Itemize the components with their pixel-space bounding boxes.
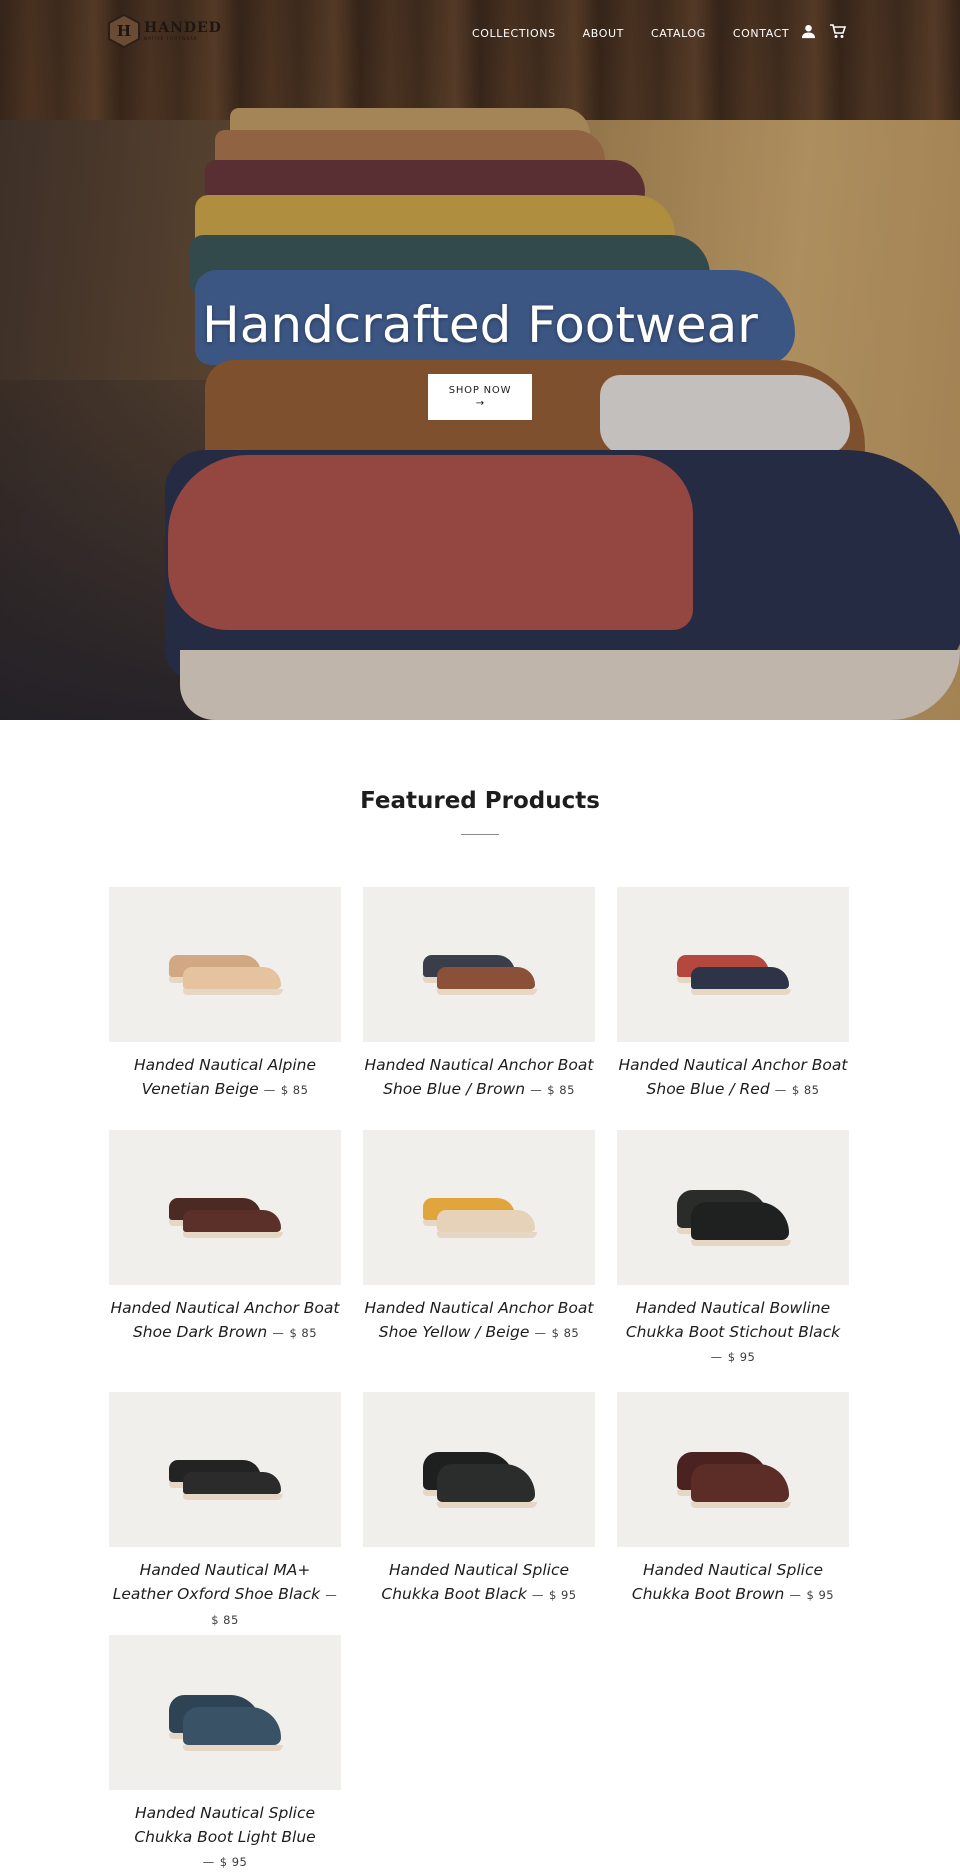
product-shoe-front bbox=[183, 967, 281, 989]
logo-hexagon-icon: H bbox=[108, 14, 140, 48]
product-card[interactable]: Handed Nautical Splice Chukka Boot Black… bbox=[363, 1392, 595, 1607]
product-shoe-front-sole bbox=[691, 1502, 791, 1508]
account-icon[interactable] bbox=[801, 24, 816, 42]
product-shoe-front bbox=[183, 1472, 281, 1494]
product-price: $ 85 bbox=[547, 1083, 575, 1097]
product-image[interactable] bbox=[617, 887, 849, 1042]
shop-now-button[interactable]: SHOP NOW → bbox=[428, 374, 532, 420]
nav-link-about[interactable]: ABOUT bbox=[583, 27, 624, 40]
product-caption: Handed Nautical Splice Chukka Boot Brown… bbox=[617, 1558, 849, 1607]
product-price-separator: — bbox=[789, 1588, 802, 1602]
product-card[interactable]: Handed Nautical Anchor Boat Shoe Blue / … bbox=[617, 887, 849, 1102]
product-shoe-front-sole bbox=[437, 1502, 537, 1508]
logo-wordmark: HANDED bbox=[144, 20, 222, 36]
product-shoe-front-sole bbox=[437, 989, 537, 995]
product-card[interactable]: Handed Nautical Splice Chukka Boot Light… bbox=[109, 1635, 341, 1874]
product-shoe-front-sole bbox=[183, 1494, 283, 1500]
product-price: $ 85 bbox=[289, 1326, 318, 1340]
product-shoe-front bbox=[437, 1464, 535, 1502]
product-card[interactable]: Handed Nautical Anchor Boat Shoe Dark Br… bbox=[109, 1130, 341, 1345]
product-name[interactable]: Handed Nautical Bowline Chukka Boot Stic… bbox=[626, 1299, 840, 1341]
hero-banner: H HANDED NATIVE FOOTWEAR COLLECTIONS ABO… bbox=[0, 0, 960, 720]
product-price-separator: — bbox=[263, 1083, 276, 1097]
product-image[interactable] bbox=[617, 1130, 849, 1285]
site-logo[interactable]: H HANDED NATIVE FOOTWEAR bbox=[108, 14, 222, 48]
product-caption: Handed Nautical Splice Chukka Boot Light… bbox=[109, 1801, 341, 1874]
product-price: $ 85 bbox=[551, 1326, 580, 1340]
nav-link-catalog[interactable]: CATALOG bbox=[651, 27, 706, 40]
product-price: $ 95 bbox=[219, 1855, 248, 1869]
product-shoe-front-sole bbox=[437, 1232, 537, 1238]
product-image[interactable] bbox=[109, 1130, 341, 1285]
product-caption: Handed Nautical Anchor Boat Shoe Blue / … bbox=[363, 1053, 595, 1102]
product-shoe-front-sole bbox=[183, 989, 283, 995]
product-price-separator: — bbox=[531, 1588, 544, 1602]
product-price-separator: — bbox=[710, 1350, 723, 1364]
product-caption: Handed Nautical Anchor Boat Shoe Blue / … bbox=[617, 1053, 849, 1102]
product-caption: Handed Nautical Anchor Boat Shoe Yellow … bbox=[363, 1296, 595, 1345]
product-caption: Handed Nautical Anchor Boat Shoe Dark Br… bbox=[109, 1296, 341, 1345]
product-shoe-front bbox=[437, 967, 535, 989]
product-shoe-front-sole bbox=[691, 1240, 791, 1246]
product-card[interactable]: Handed Nautical Anchor Boat Shoe Yellow … bbox=[363, 1130, 595, 1345]
product-price-separator: — bbox=[774, 1083, 787, 1097]
hero-overlay bbox=[0, 0, 960, 720]
arrow-right-icon: → bbox=[475, 398, 485, 409]
product-shoe-front-sole bbox=[691, 989, 791, 995]
main-navigation: COLLECTIONS ABOUT CATALOG CONTACT bbox=[472, 27, 816, 40]
product-card[interactable]: Handed Nautical MA+ Leather Oxford Shoe … bbox=[109, 1392, 341, 1632]
product-card[interactable]: Handed Nautical Bowline Chukka Boot Stic… bbox=[617, 1130, 849, 1369]
product-card[interactable]: Handed Nautical Alpine Venetian Beige — … bbox=[109, 887, 341, 1102]
logo-mark-letter: H bbox=[116, 22, 132, 40]
product-shoe-front-sole bbox=[183, 1232, 283, 1238]
product-shoe-front-sole bbox=[183, 1745, 283, 1751]
featured-products-title: Featured Products bbox=[360, 788, 600, 814]
product-price: $ 95 bbox=[548, 1588, 577, 1602]
product-price: $ 95 bbox=[806, 1588, 835, 1602]
product-price: $ 95 bbox=[727, 1350, 756, 1364]
product-caption: Handed Nautical MA+ Leather Oxford Shoe … bbox=[109, 1558, 341, 1632]
product-shoe-front bbox=[691, 967, 789, 989]
cart-icon[interactable] bbox=[830, 24, 847, 42]
product-price-separator: — bbox=[325, 1588, 338, 1602]
product-price: $ 85 bbox=[280, 1083, 309, 1097]
nav-link-collections[interactable]: COLLECTIONS bbox=[472, 27, 556, 40]
product-card[interactable]: Handed Nautical Anchor Boat Shoe Blue / … bbox=[363, 887, 595, 1102]
product-price-separator: — bbox=[272, 1326, 285, 1340]
shop-now-label: SHOP NOW bbox=[448, 385, 512, 396]
nav-link-contact[interactable]: CONTACT bbox=[733, 27, 789, 40]
product-image[interactable] bbox=[109, 1392, 341, 1547]
product-caption: Handed Nautical Splice Chukka Boot Black… bbox=[363, 1558, 595, 1607]
product-price-separator: — bbox=[202, 1855, 215, 1869]
product-shoe-front bbox=[183, 1707, 281, 1745]
product-image[interactable] bbox=[109, 1635, 341, 1790]
product-price: $ 85 bbox=[791, 1083, 820, 1097]
product-shoe-front bbox=[183, 1210, 281, 1232]
product-shoe-front bbox=[691, 1464, 789, 1502]
product-image[interactable] bbox=[363, 1130, 595, 1285]
product-image[interactable] bbox=[363, 1392, 595, 1547]
product-image[interactable] bbox=[363, 887, 595, 1042]
product-name[interactable]: Handed Nautical Splice Chukka Boot Light… bbox=[134, 1804, 315, 1846]
product-image[interactable] bbox=[617, 1392, 849, 1547]
hero-title: Handcrafted Footwear bbox=[202, 296, 758, 354]
product-caption: Handed Nautical Bowline Chukka Boot Stic… bbox=[617, 1296, 849, 1369]
product-card[interactable]: Handed Nautical Splice Chukka Boot Brown… bbox=[617, 1392, 849, 1607]
product-name[interactable]: Handed Nautical MA+ Leather Oxford Shoe … bbox=[113, 1561, 320, 1603]
logo-text: HANDED NATIVE FOOTWEAR bbox=[144, 21, 222, 41]
product-price: $ 85 bbox=[211, 1613, 239, 1627]
logo-tagline: NATIVE FOOTWEAR bbox=[144, 36, 198, 41]
product-price-separator: — bbox=[534, 1326, 547, 1340]
section-divider bbox=[461, 834, 499, 835]
site-header: H HANDED NATIVE FOOTWEAR COLLECTIONS ABO… bbox=[0, 0, 960, 70]
product-shoe-front bbox=[691, 1202, 789, 1240]
product-caption: Handed Nautical Alpine Venetian Beige — … bbox=[109, 1053, 341, 1102]
product-image[interactable] bbox=[109, 887, 341, 1042]
product-shoe-front bbox=[437, 1210, 535, 1232]
product-price-separator: — bbox=[530, 1083, 543, 1097]
